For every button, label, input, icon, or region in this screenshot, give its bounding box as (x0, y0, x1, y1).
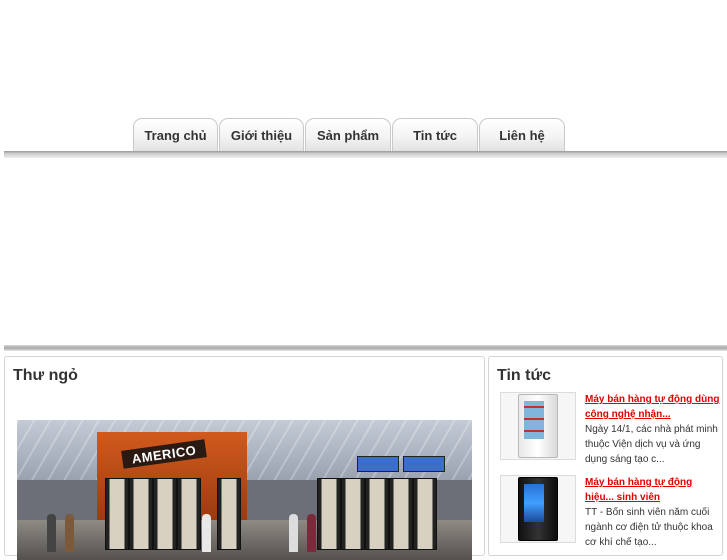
news-item-desc: TT - Bốn sinh viên năm cuối ngành cơ điệ… (585, 507, 713, 548)
nav-divider (4, 151, 727, 158)
tab-home[interactable]: Trang chủ (133, 118, 218, 151)
news-panel: Tin tức Máy bán hàng tự động dùng công n… (488, 356, 723, 556)
news-thumbnail[interactable] (500, 392, 576, 460)
news-item-title[interactable]: Máy bán hàng tự động hiệu... sinh viên (585, 475, 721, 505)
vending-machine-icon (518, 394, 558, 458)
banner-divider (4, 345, 727, 351)
store-photo: AMERICO (17, 420, 472, 560)
vending-machine-icon (518, 477, 558, 541)
intro-title: Thư ngỏ (13, 367, 78, 384)
main-nav: Trang chủ Giới thiệu Sản phẩm Tin tức Li… (133, 118, 566, 152)
tab-products[interactable]: Sản phẩm (305, 118, 391, 151)
tab-contact[interactable]: Liên hệ (479, 118, 565, 151)
tab-news[interactable]: Tin tức (392, 118, 478, 151)
tab-about[interactable]: Giới thiệu (219, 118, 304, 151)
news-item-desc: Ngày 14/1, các nhà phát minh thuộc Viện … (585, 424, 718, 465)
news-thumbnail[interactable] (500, 475, 576, 543)
news-title: Tin tức (497, 367, 551, 384)
news-item-title[interactable]: Máy bán hàng tự động dùng công nghệ nhận… (585, 392, 721, 422)
intro-panel: Thư ngỏ AMERICO (4, 356, 485, 560)
